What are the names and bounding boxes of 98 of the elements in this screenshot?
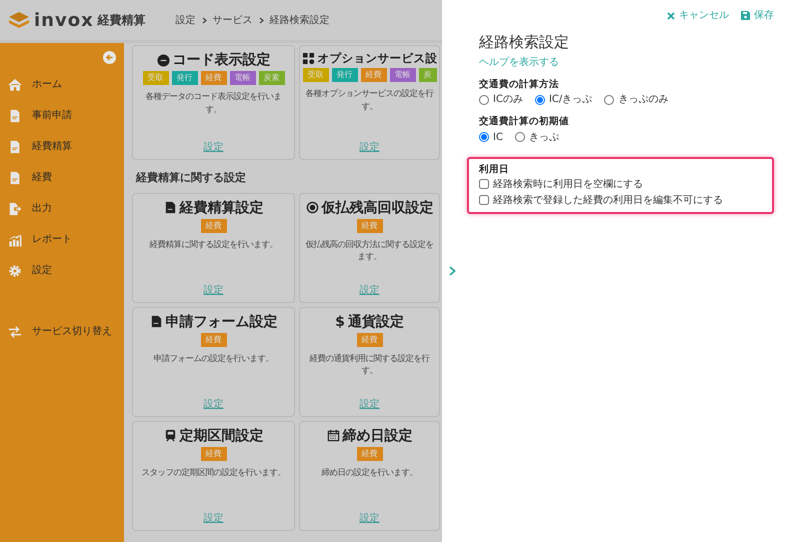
document-icon (164, 201, 176, 214)
cancel-button[interactable]: キャンセル (667, 8, 729, 23)
card-description: 締め日の設定を行います。 (322, 466, 418, 478)
card-title: コード表示設定 (172, 52, 270, 68)
panel-title: 経路検索設定 (479, 32, 570, 53)
card-description: 仮払残高の回収方法に関する設定を ます。 (306, 238, 434, 262)
radio-button[interactable] (604, 94, 614, 105)
grid-icon (302, 52, 314, 66)
chevron-right-icon[interactable] (448, 266, 456, 276)
category-tag: 発行 (332, 68, 358, 82)
train-icon (164, 429, 176, 442)
chevron-right-icon (258, 16, 264, 24)
radio-button[interactable] (479, 132, 489, 142)
sidebar-item[interactable]: 経費 (0, 162, 124, 193)
chart-icon (8, 232, 22, 246)
sidebar-item[interactable]: 設定 (0, 255, 124, 286)
checkbox[interactable] (479, 195, 489, 206)
card-description: 各種データのコード表示設定を行いま す。 (146, 90, 282, 115)
circle-icon (156, 54, 170, 67)
category-tag: 経費 (200, 218, 226, 233)
document-icon (150, 315, 162, 328)
settings-link[interactable]: 設定 (360, 510, 380, 526)
radio-button[interactable] (514, 132, 525, 142)
category-tag: 経費 (360, 68, 386, 82)
option-label: IC (493, 130, 503, 144)
category-tag: 炭素 (258, 71, 284, 86)
logo-text: invox (34, 8, 94, 32)
category-tag: 経費 (356, 446, 382, 461)
chevron-right-icon (202, 16, 207, 24)
category-tag: 電帳 (230, 71, 256, 86)
category-tag: 発行 (172, 71, 198, 86)
card-description: スタッフの定期区間の設定を行います。 (142, 466, 286, 478)
category-tag: 経費 (200, 446, 226, 461)
back-arrow-icon[interactable] (103, 51, 116, 64)
settings-link[interactable]: 設定 (204, 396, 224, 412)
home-icon (8, 78, 22, 92)
help-link[interactable]: ヘルプを表示する (479, 56, 559, 68)
category-tag: 炭 (418, 68, 436, 82)
shield-icon (306, 201, 318, 214)
category-tag: 経費 (200, 332, 226, 347)
settings-link[interactable]: 設定 (204, 282, 224, 298)
sidebar-item[interactable]: 経費精算 (0, 131, 124, 162)
category-tag: 受取 (142, 71, 168, 86)
save-icon (741, 11, 750, 20)
document-icon (8, 140, 22, 154)
card-title: 締め日設定 (342, 428, 412, 444)
export-icon (8, 202, 22, 216)
settings-icon (8, 264, 22, 278)
close-icon (667, 12, 675, 20)
breadcrumb-link[interactable]: 設定 (176, 12, 196, 28)
breadcrumb-link[interactable]: サービス (212, 12, 253, 28)
document-icon (8, 108, 22, 122)
sidebar-item[interactable]: 事前申請 (0, 100, 124, 131)
sidebar-item[interactable]: レポート (0, 224, 124, 255)
category-tag: 経費 (356, 218, 382, 233)
option-label: きっぷのみ (618, 93, 668, 108)
group-label: 交通費の計算方法 (479, 78, 560, 92)
product-name: 経費精算 (98, 12, 146, 29)
category-tag: 経費 (200, 71, 226, 86)
card-title: オプションサービス設 (318, 52, 438, 66)
document-icon (8, 170, 22, 184)
option-label: ICのみ (493, 93, 523, 108)
card-description: 経費の通貨利用に関する設定を行 す。 (310, 352, 430, 376)
breadcrumb-current: 経路検索設定 (270, 14, 330, 28)
category-tag: 電帳 (390, 68, 416, 82)
logo-icon (8, 11, 30, 29)
checkbox[interactable] (479, 179, 489, 190)
card-title: 通貨設定 (348, 314, 404, 330)
card-description: 申請フォームの設定を行います。 (154, 352, 274, 364)
card-title: 定期区間設定 (180, 428, 264, 444)
group-label: 利用日 (479, 162, 510, 176)
option-label: 経路検索で登録した経費の利用日を編集不可にする (493, 194, 723, 208)
settings-link[interactable]: 設定 (360, 396, 380, 412)
save-button[interactable]: 保存 (741, 8, 774, 23)
card-title: 経費精算設定 (180, 200, 264, 216)
settings-link[interactable]: 設定 (360, 282, 380, 298)
category-tag: 経費 (356, 332, 382, 347)
radio-button[interactable] (479, 94, 489, 105)
sidebar-item[interactable]: ホーム (0, 69, 124, 100)
swap-arrows-icon (8, 324, 22, 338)
calendar-icon (326, 429, 340, 442)
radio-button[interactable] (534, 94, 545, 105)
category-tag: 受取 (302, 68, 328, 82)
card-title: 申請フォーム設定 (166, 314, 278, 330)
settings-link[interactable]: 設定 (360, 140, 380, 155)
settings-link[interactable]: 設定 (204, 140, 224, 155)
sidebar-item[interactable]: 出力 (0, 193, 124, 224)
section-heading: 経費精算に関する設定 (136, 170, 247, 186)
dollar-sign: $ (335, 314, 345, 330)
card-description: 経費精算に関する設定を行います。 (150, 238, 278, 250)
option-label: きっぷ (528, 130, 559, 144)
option-label: IC/きっぷ (548, 93, 592, 108)
group-label: 交通費計算の初期値 (479, 115, 570, 130)
sidebar-item[interactable]: サービス切り替え (0, 316, 124, 347)
option-label: 経路検索時に利用日を空欄にする (493, 178, 643, 192)
card-description: 各種オプションサービスの設定を行 す。 (306, 87, 434, 112)
card-title: 仮払残高回収設定 (322, 200, 434, 216)
settings-link[interactable]: 設定 (204, 510, 224, 526)
